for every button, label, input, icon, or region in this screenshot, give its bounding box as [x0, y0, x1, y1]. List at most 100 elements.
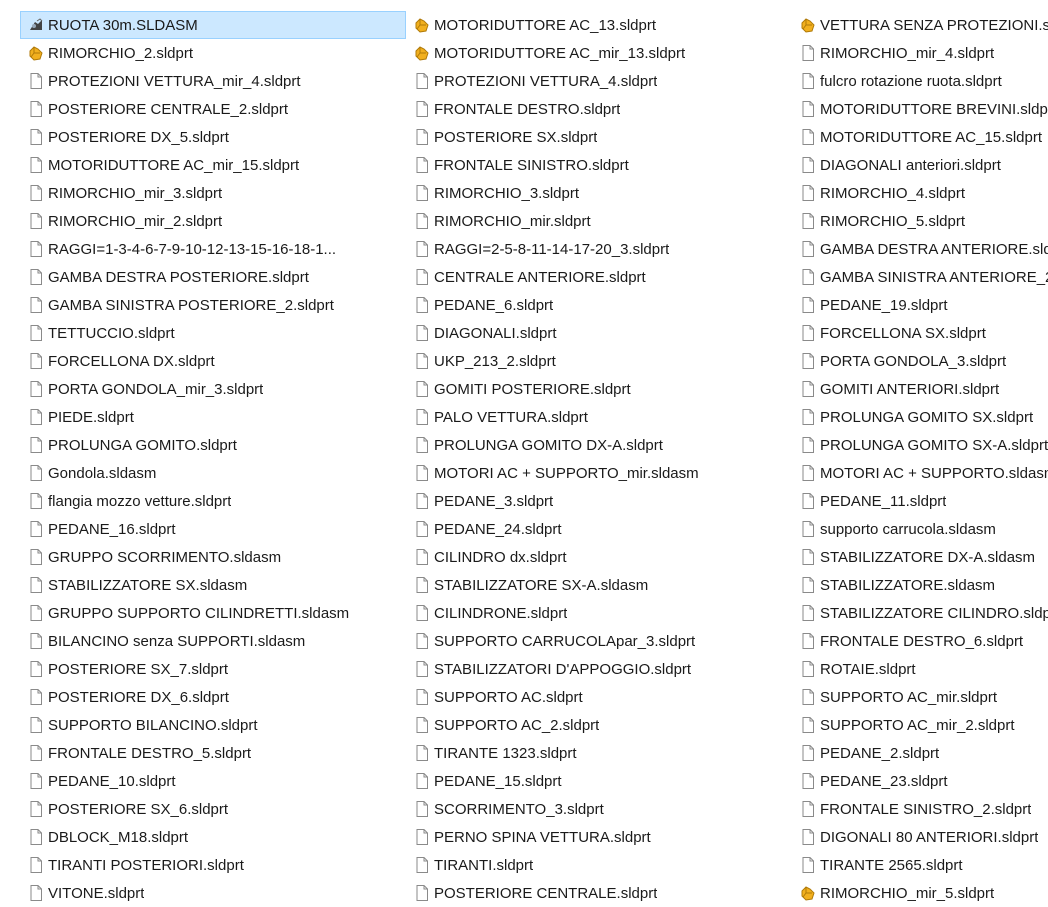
file-item[interactable]: PROTEZIONI VETTURA_4.sldprt	[406, 67, 792, 95]
file-item[interactable]: MOTORIDUTTORE AC_mir_13.sldprt	[406, 39, 792, 67]
file-item[interactable]: RIMORCHIO_mir_2.sldprt	[20, 207, 406, 235]
file-item[interactable]: STABILIZZATORE SX.sldasm	[20, 571, 406, 599]
file-item[interactable]: POSTERIORE DX_6.sldprt	[20, 683, 406, 711]
file-item[interactable]: DIAGONALI.sldprt	[406, 319, 792, 347]
file-item[interactable]: TIRANTE 2565.sldprt	[792, 851, 1048, 879]
file-item[interactable]: SCORRIMENTO_3.sldprt	[406, 795, 792, 823]
file-item[interactable]: FRONTALE SINISTRO.sldprt	[406, 151, 792, 179]
file-item[interactable]: TIRANTI.sldprt	[406, 851, 792, 879]
file-item[interactable]: PERNO SPINA VETTURA.sldprt	[406, 823, 792, 851]
file-item[interactable]: RUOTA 30m.SLDASM	[20, 11, 406, 39]
file-item[interactable]: RIMORCHIO_3.sldprt	[406, 179, 792, 207]
file-item[interactable]: FRONTALE DESTRO.sldprt	[406, 95, 792, 123]
file-item[interactable]: GAMBA SINISTRA POSTERIORE_2.sldprt	[20, 291, 406, 319]
file-item[interactable]: PEDANE_10.sldprt	[20, 767, 406, 795]
file-item[interactable]: RIMORCHIO_4.sldprt	[792, 179, 1048, 207]
file-item[interactable]: BILANCINO senza SUPPORTI.sldasm	[20, 627, 406, 655]
file-item[interactable]: RIMORCHIO_mir_4.sldprt	[792, 39, 1048, 67]
file-item[interactable]: GOMITI ANTERIORI.sldprt	[792, 375, 1048, 403]
file-item[interactable]: GAMBA DESTRA ANTERIORE.sldprt	[792, 235, 1048, 263]
file-item[interactable]: FORCELLONA DX.sldprt	[20, 347, 406, 375]
file-item[interactable]: UKP_213_2.sldprt	[406, 347, 792, 375]
file-item[interactable]: PROTEZIONI VETTURA_mir_4.sldprt	[20, 67, 406, 95]
file-item[interactable]: SUPPORTO AC.sldprt	[406, 683, 792, 711]
file-item[interactable]: TETTUCCIO.sldprt	[20, 319, 406, 347]
file-item[interactable]: ROTAIE.sldprt	[792, 655, 1048, 683]
file-item[interactable]: fulcro rotazione ruota.sldprt	[792, 67, 1048, 95]
file-item[interactable]: FRONTALE DESTRO_6.sldprt	[792, 627, 1048, 655]
file-item[interactable]: RAGGI=1-3-4-6-7-9-10-12-13-15-16-18-1...	[20, 235, 406, 263]
file-item[interactable]: CENTRALE ANTERIORE.sldprt	[406, 263, 792, 291]
file-item[interactable]: RIMORCHIO_mir.sldprt	[406, 207, 792, 235]
file-item[interactable]: POSTERIORE DX_5.sldprt	[20, 123, 406, 151]
file-item[interactable]: SUPPORTO AC_2.sldprt	[406, 711, 792, 739]
file-icon	[799, 548, 817, 566]
file-item[interactable]: MOTORIDUTTORE AC_mir_15.sldprt	[20, 151, 406, 179]
file-item[interactable]: STABILIZZATORE SX-A.sldasm	[406, 571, 792, 599]
file-item[interactable]: PEDANE_24.sldprt	[406, 515, 792, 543]
file-icon	[799, 856, 817, 874]
file-item[interactable]: POSTERIORE SX.sldprt	[406, 123, 792, 151]
file-item[interactable]: PEDANE_23.sldprt	[792, 767, 1048, 795]
file-item[interactable]: DBLOCK_M18.sldprt	[20, 823, 406, 851]
file-item[interactable]: SUPPORTO CARRUCOLApar_3.sldprt	[406, 627, 792, 655]
file-item[interactable]: PEDANE_16.sldprt	[20, 515, 406, 543]
file-item[interactable]: TIRANTI POSTERIORI.sldprt	[20, 851, 406, 879]
file-item[interactable]: RIMORCHIO_2.sldprt	[20, 39, 406, 67]
file-item[interactable]: PORTA GONDOLA_mir_3.sldprt	[20, 375, 406, 403]
file-item[interactable]: PEDANE_19.sldprt	[792, 291, 1048, 319]
file-item[interactable]: FRONTALE SINISTRO_2.sldprt	[792, 795, 1048, 823]
file-item[interactable]: TIRANTE 1323.sldprt	[406, 739, 792, 767]
file-item[interactable]: GAMBA SINISTRA ANTERIORE_2.sldprt	[792, 263, 1048, 291]
file-item[interactable]: PROLUNGA GOMITO SX-A.sldprt	[792, 431, 1048, 459]
file-item[interactable]: PROLUNGA GOMITO DX-A.sldprt	[406, 431, 792, 459]
file-item[interactable]: PEDANE_6.sldprt	[406, 291, 792, 319]
file-item[interactable]: SUPPORTO AC_mir_2.sldprt	[792, 711, 1048, 739]
file-item[interactable]: RIMORCHIO_mir_5.sldprt	[792, 879, 1048, 907]
file-item[interactable]: PEDANE_11.sldprt	[792, 487, 1048, 515]
file-item[interactable]: PEDANE_15.sldprt	[406, 767, 792, 795]
file-item[interactable]: flangia mozzo vetture.sldprt	[20, 487, 406, 515]
file-item[interactable]: STABILIZZATORI D'APPOGGIO.sldprt	[406, 655, 792, 683]
file-item[interactable]: GRUPPO SUPPORTO CILINDRETTI.sldasm	[20, 599, 406, 627]
file-item[interactable]: PALO VETTURA.sldprt	[406, 403, 792, 431]
file-item[interactable]: PROLUNGA GOMITO.sldprt	[20, 431, 406, 459]
file-item[interactable]: SUPPORTO BILANCINO.sldprt	[20, 711, 406, 739]
file-item[interactable]: CILINDRONE.sldprt	[406, 599, 792, 627]
file-item[interactable]: MOTORIDUTTORE AC_15.sldprt	[792, 123, 1048, 151]
file-item[interactable]: POSTERIORE CENTRALE_2.sldprt	[20, 95, 406, 123]
file-item[interactable]: PROLUNGA GOMITO SX.sldprt	[792, 403, 1048, 431]
file-name: MOTORIDUTTORE BREVINI.sldprt	[820, 100, 1048, 118]
file-item[interactable]: supporto carrucola.sldasm	[792, 515, 1048, 543]
file-item[interactable]: RIMORCHIO_5.sldprt	[792, 207, 1048, 235]
file-item[interactable]: STABILIZZATORE.sldasm	[792, 571, 1048, 599]
file-item[interactable]: MOTORI AC + SUPPORTO_mir.sldasm	[406, 459, 792, 487]
file-item[interactable]: PEDANE_2.sldprt	[792, 739, 1048, 767]
file-item[interactable]: POSTERIORE SX_7.sldprt	[20, 655, 406, 683]
file-item[interactable]: POSTERIORE CENTRALE.sldprt	[406, 879, 792, 907]
file-item[interactable]: CILINDRO dx.sldprt	[406, 543, 792, 571]
file-item[interactable]: GRUPPO SCORRIMENTO.sldasm	[20, 543, 406, 571]
file-item[interactable]: MOTORI AC + SUPPORTO.sldasm	[792, 459, 1048, 487]
file-item[interactable]: MOTORIDUTTORE BREVINI.sldprt	[792, 95, 1048, 123]
file-item[interactable]: PIEDE.sldprt	[20, 403, 406, 431]
file-item[interactable]: POSTERIORE SX_6.sldprt	[20, 795, 406, 823]
file-item[interactable]: GOMITI POSTERIORE.sldprt	[406, 375, 792, 403]
file-item[interactable]: MOTORIDUTTORE AC_13.sldprt	[406, 11, 792, 39]
file-item[interactable]: FRONTALE DESTRO_5.sldprt	[20, 739, 406, 767]
file-item[interactable]: VETTURA SENZA PROTEZIONI.sldprt	[792, 11, 1048, 39]
file-item[interactable]: FORCELLONA SX.sldprt	[792, 319, 1048, 347]
file-item[interactable]: Gondola.sldasm	[20, 459, 406, 487]
file-item[interactable]: DIGONALI 80 ANTERIORI.sldprt	[792, 823, 1048, 851]
file-item[interactable]: SUPPORTO AC_mir.sldprt	[792, 683, 1048, 711]
file-item[interactable]: RAGGI=2-5-8-11-14-17-20_3.sldprt	[406, 235, 792, 263]
file-item[interactable]: RIMORCHIO_mir_3.sldprt	[20, 179, 406, 207]
file-item[interactable]: VITONE.sldprt	[20, 879, 406, 907]
file-item[interactable]: PEDANE_3.sldprt	[406, 487, 792, 515]
file-item[interactable]: PORTA GONDOLA_3.sldprt	[792, 347, 1048, 375]
file-item[interactable]: DIAGONALI anteriori.sldprt	[792, 151, 1048, 179]
file-name: PEDANE_6.sldprt	[434, 296, 554, 314]
file-item[interactable]: STABILIZZATORE CILINDRO.sldprt	[792, 599, 1048, 627]
file-item[interactable]: STABILIZZATORE DX-A.sldasm	[792, 543, 1048, 571]
file-item[interactable]: GAMBA DESTRA POSTERIORE.sldprt	[20, 263, 406, 291]
